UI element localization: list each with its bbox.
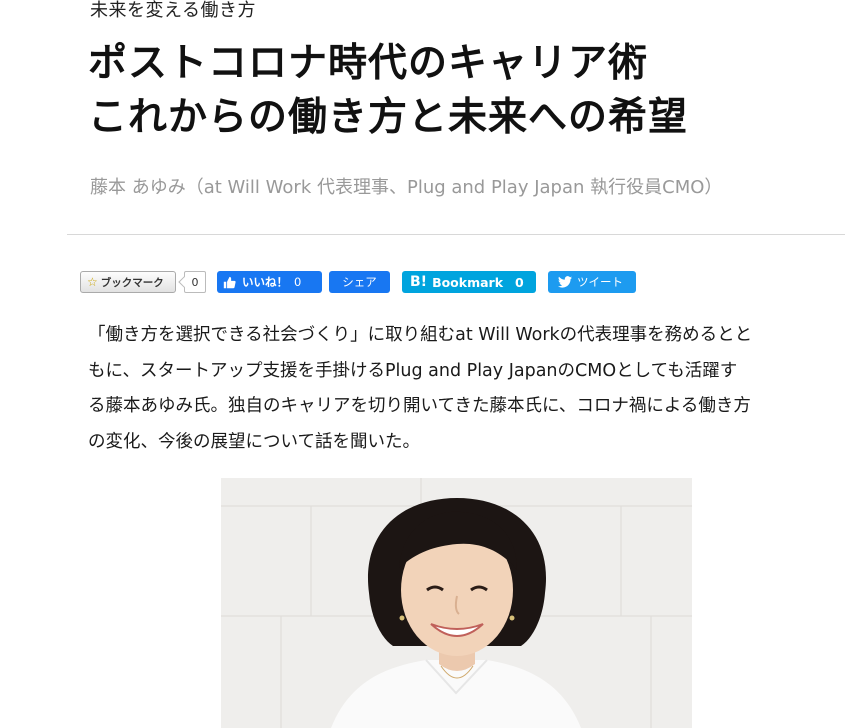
tweet-label: ツイート [577,275,623,289]
portrait-photo [221,478,692,728]
bookmark-count: 0 [184,271,206,293]
star-icon: ☆ [87,275,98,289]
article-title: ポストコロナ時代のキャリア術 これからの働き方と未来への希望 [88,36,688,144]
bookmark-label: ブックマーク [100,276,164,289]
article-lead: 「働き方を選択できる社会づくり」に取り組むat Will Workの代表理事を務… [88,318,828,460]
article-kicker: 未来を変える働き方 [90,0,256,21]
header-divider [67,234,845,235]
article-title-line-1: ポストコロナ時代のキャリア術 [88,40,649,86]
lead-line-2: もに、スタートアップ支援を手掛けるPlug and Play JapanのCMO… [88,360,738,381]
thumbs-up-icon [223,276,236,288]
article-title-line-2: これからの働き方と未来への希望 [88,94,689,140]
hatena-bookmark-button[interactable]: B! Bookmark 0 [402,271,536,293]
facebook-like-button[interactable]: いいね！ 0 [217,271,322,293]
hatena-icon: B! [410,274,428,290]
like-count: 0 [294,275,302,289]
bookmark-button[interactable]: ☆ ブックマーク [80,271,176,293]
facebook-share-button[interactable]: シェア [329,271,390,293]
lead-line-1: 「働き方を選択できる社会づくり」に取り組むat Will Workの代表理事を務… [88,325,753,345]
hatena-label: Bookmark [432,274,504,290]
lead-line-4: の変化、今後の展望について話を聞いた。 [88,431,420,452]
portrait-image [221,478,692,728]
author-byline: 藤本 あゆみ（at Will Work 代表理事、Plug and Play J… [90,177,723,198]
twitter-bird-icon [558,276,572,288]
tweet-button[interactable]: ツイート [548,271,636,293]
lead-line-3: る藤本あゆみ氏。独自のキャリアを切り開いてきた藤本氏に、コロナ禍による働き方 [88,396,751,416]
like-label: いいね！ [242,275,288,289]
hatena-count: 0 [515,274,524,290]
